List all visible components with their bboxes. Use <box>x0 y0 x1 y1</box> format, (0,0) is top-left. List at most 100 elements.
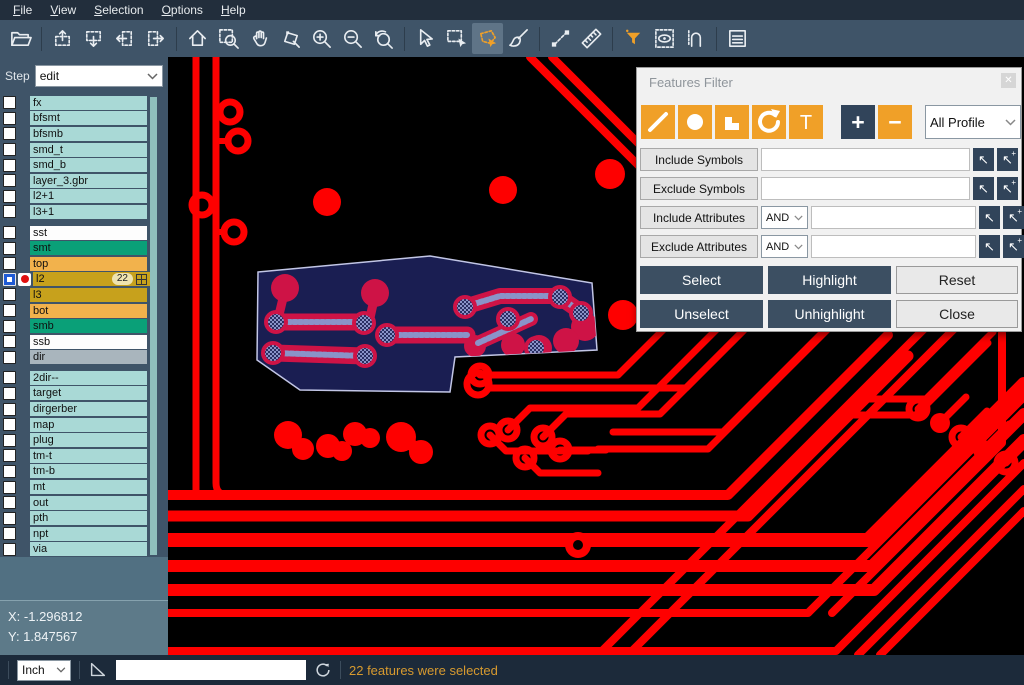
zoom-polygon-button[interactable] <box>275 23 306 54</box>
layer-checkbox[interactable] <box>3 159 16 172</box>
filter-line-button[interactable] <box>641 105 675 139</box>
layer-row-ssb[interactable]: ssb <box>0 334 168 350</box>
layer-checkbox[interactable] <box>3 434 16 447</box>
layer-checkbox[interactable] <box>3 273 16 286</box>
layer-row-l2[interactable]: l222 <box>0 272 168 288</box>
unselect-button[interactable]: Unselect <box>640 300 763 328</box>
pcb-canvas[interactable]: Features Filter ✕ T + − <box>168 57 1024 655</box>
view-eye-button[interactable] <box>649 23 680 54</box>
layer-row-sst[interactable]: sst <box>0 225 168 241</box>
layer-row-target[interactable]: target <box>0 386 168 402</box>
zoom-out-button[interactable] <box>337 23 368 54</box>
close-icon[interactable]: ✕ <box>1001 73 1016 88</box>
layer-checkbox[interactable] <box>3 96 16 109</box>
layer-row-smd-b[interactable]: smd_b <box>0 157 168 173</box>
shift-down-button[interactable] <box>78 23 109 54</box>
zoom-in-button[interactable] <box>306 23 337 54</box>
layer-label[interactable]: fx <box>30 96 147 110</box>
clear-brush-button[interactable] <box>503 23 534 54</box>
layer-row-plug[interactable]: plug <box>0 432 168 448</box>
layer-checkbox[interactable] <box>3 112 16 125</box>
layer-checkbox[interactable] <box>3 465 16 478</box>
include-attributes-pick-button[interactable]: ↖ <box>979 206 1000 229</box>
layer-label[interactable]: tm-t <box>30 449 147 463</box>
layer-row-npt[interactable]: npt <box>0 526 168 542</box>
step-select[interactable]: edit <box>35 65 163 87</box>
layer-label[interactable]: 2dir-- <box>30 371 147 385</box>
layer-label[interactable]: top <box>30 257 147 271</box>
close-button[interactable]: Close <box>896 300 1018 328</box>
include-symbols-pick-button[interactable]: ↖ <box>973 148 994 171</box>
exclude-symbols-pick-button[interactable]: ↖ <box>973 177 994 200</box>
exclude-attributes-pick-add-button[interactable]: ↖+ <box>1003 235 1024 258</box>
layer-label[interactable]: l3+1 <box>30 205 147 219</box>
unhighlight-button[interactable]: Unhighlight <box>768 300 891 328</box>
layer-label[interactable]: mt <box>30 480 147 494</box>
layer-row-2dir-[interactable]: 2dir-- <box>0 370 168 386</box>
layer-label[interactable]: map <box>30 418 147 432</box>
layer-row-pth[interactable]: pth <box>0 510 168 526</box>
layer-label[interactable]: l222 <box>33 272 150 286</box>
highlight-button[interactable]: Highlight <box>768 266 891 294</box>
layer-checkbox[interactable] <box>3 387 16 400</box>
layer-row-bfsmt[interactable]: bfsmt <box>0 111 168 127</box>
layer-checkbox[interactable] <box>3 449 16 462</box>
layer-checkbox[interactable] <box>3 351 16 364</box>
layer-row-tm-b[interactable]: tm-b <box>0 464 168 480</box>
layer-checkbox[interactable] <box>3 418 16 431</box>
layer-row-l3[interactable]: l3 <box>0 287 168 303</box>
layer-checkbox[interactable] <box>3 335 16 348</box>
layer-row-out[interactable]: out <box>0 495 168 511</box>
layer-label[interactable]: tm-b <box>30 464 147 478</box>
layer-label[interactable]: smd_t <box>30 143 147 157</box>
layer-label[interactable]: plug <box>30 433 147 447</box>
layer-label[interactable]: bfsmb <box>30 127 147 141</box>
zoom-previous-button[interactable] <box>368 23 399 54</box>
features-filter-button[interactable] <box>618 23 649 54</box>
pan-hand-button[interactable] <box>244 23 275 54</box>
shift-right-button[interactable] <box>140 23 171 54</box>
layer-row-top[interactable]: top <box>0 256 168 272</box>
reset-button[interactable]: Reset <box>896 266 1018 294</box>
menu-item-file[interactable]: File <box>4 2 41 18</box>
layer-label[interactable]: out <box>30 496 147 510</box>
filter-arc-button[interactable] <box>752 105 786 139</box>
layer-label[interactable]: l2+1 <box>30 189 147 203</box>
exclude-attributes-pick-button[interactable]: ↖ <box>979 235 1000 258</box>
menu-item-view[interactable]: View <box>41 2 85 18</box>
layer-row-fx[interactable]: fx <box>0 95 168 111</box>
layer-label[interactable]: npt <box>30 527 147 541</box>
layer-label[interactable]: target <box>30 386 147 400</box>
layer-checkbox[interactable] <box>3 127 16 140</box>
layer-row-bot[interactable]: bot <box>0 303 168 319</box>
exclude-attributes-button[interactable]: Exclude Attributes <box>640 235 758 258</box>
layer-checkbox[interactable] <box>3 543 16 556</box>
layer-row-layer-3-gbr[interactable]: layer_3.gbr <box>0 173 168 189</box>
shift-left-button[interactable] <box>109 23 140 54</box>
layer-checkbox[interactable] <box>3 143 16 156</box>
include-attributes-pick-add-button[interactable]: ↖+ <box>1003 206 1024 229</box>
select-polygon-button[interactable] <box>472 23 503 54</box>
select-button[interactable]: Select <box>640 266 763 294</box>
layer-label[interactable]: dir <box>30 350 147 364</box>
layer-label[interactable]: smb <box>30 319 147 333</box>
remove-filter-button[interactable]: − <box>878 105 912 139</box>
exclude-symbols-pick-add-button[interactable]: ↖+ <box>997 177 1018 200</box>
layers-panel-button[interactable] <box>722 23 753 54</box>
home-button[interactable] <box>182 23 213 54</box>
layer-row-smb[interactable]: smb <box>0 318 168 334</box>
exclude-attributes-input[interactable] <box>811 235 976 258</box>
layer-row-l2-1[interactable]: l2+1 <box>0 189 168 205</box>
layer-label[interactable]: l3 <box>30 288 147 302</box>
layer-label[interactable]: smd_b <box>30 158 147 172</box>
exclude-attributes-operator-select[interactable]: AND <box>761 235 808 258</box>
layer-checkbox[interactable] <box>3 226 16 239</box>
layer-label[interactable]: dirgerber <box>30 402 147 416</box>
layer-row-dir[interactable]: dir <box>0 350 168 366</box>
open-folder-button[interactable] <box>5 23 36 54</box>
exclude-symbols-button[interactable]: Exclude Symbols <box>640 177 758 200</box>
refresh-icon[interactable] <box>314 661 332 679</box>
include-symbols-input[interactable] <box>761 148 970 171</box>
include-symbols-pick-add-button[interactable]: ↖+ <box>997 148 1018 171</box>
snap-loop-button[interactable] <box>680 23 711 54</box>
